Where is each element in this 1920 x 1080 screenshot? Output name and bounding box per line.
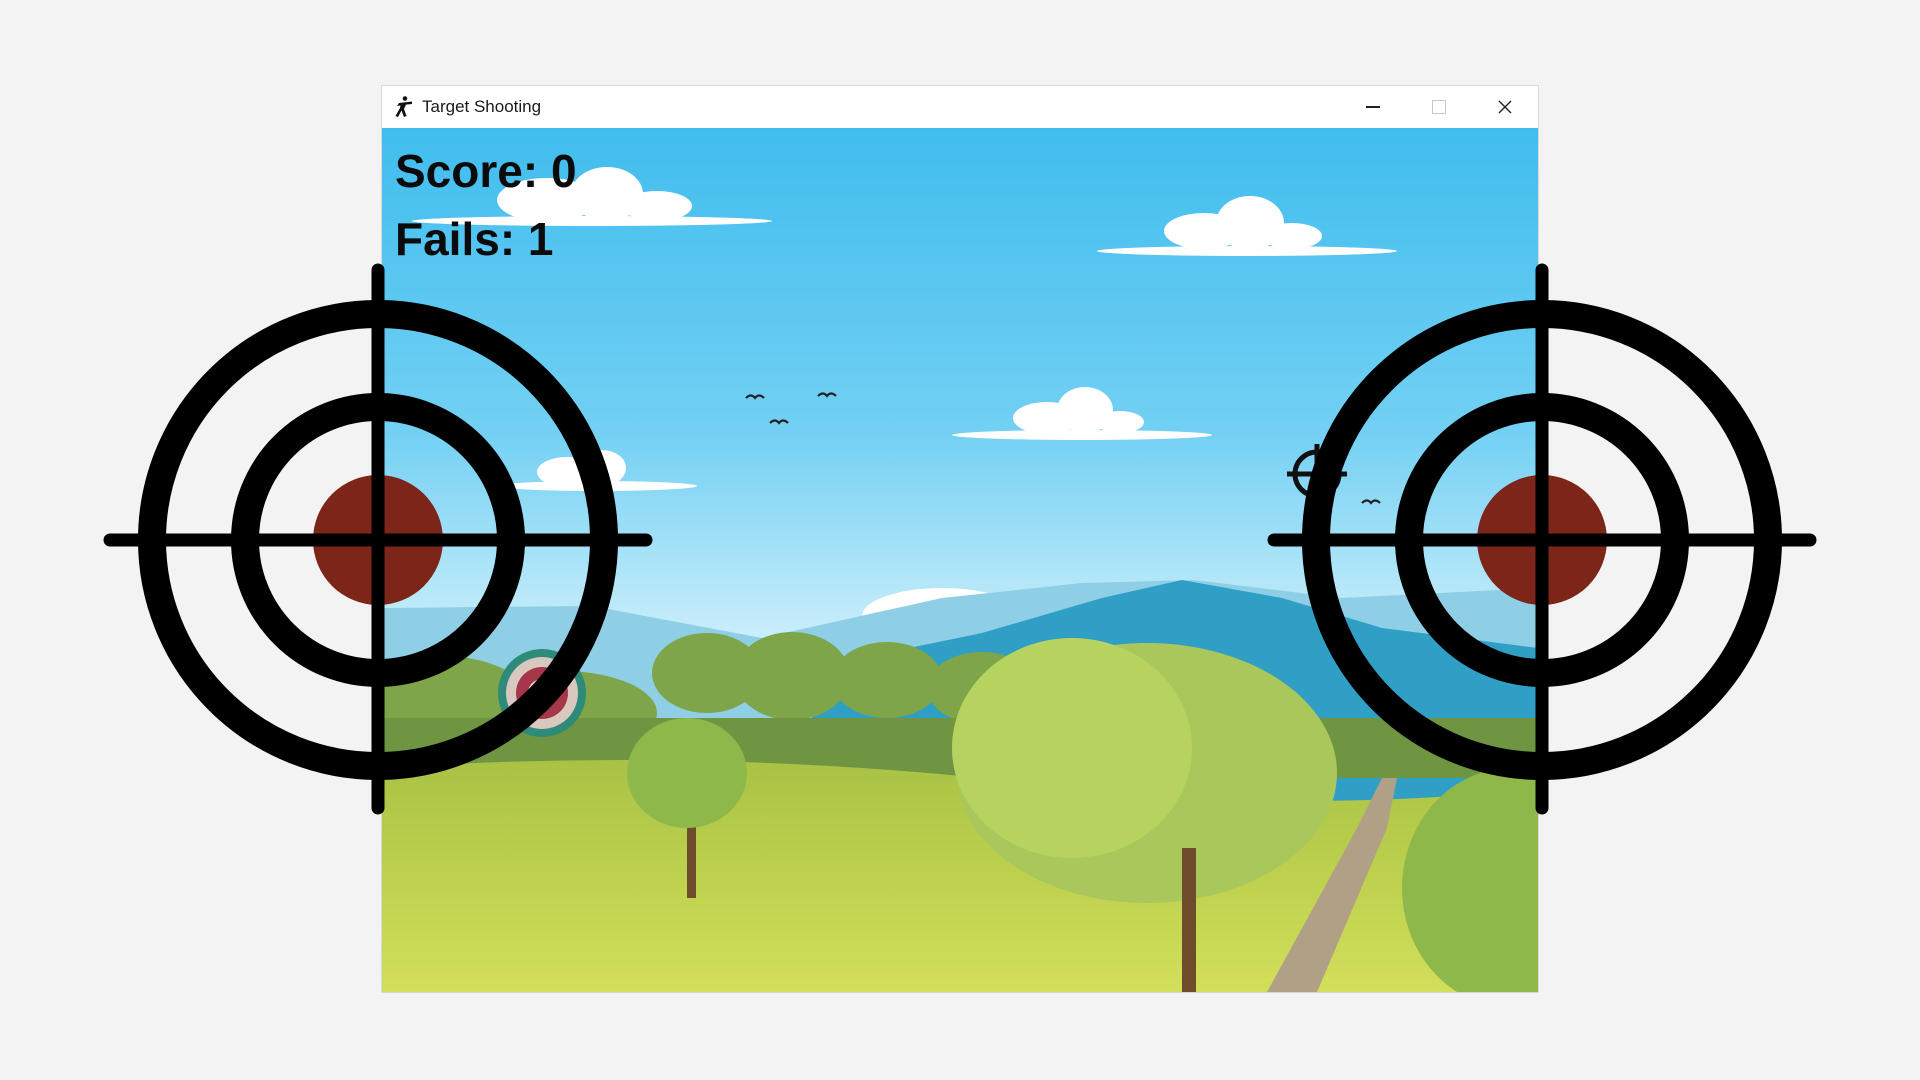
window-title: Target Shooting <box>422 97 542 116</box>
close-button[interactable] <box>1472 86 1538 128</box>
minimize-icon <box>1366 106 1380 108</box>
score-label: Score: 0 <box>395 145 577 197</box>
minimize-button[interactable] <box>1340 86 1406 128</box>
close-icon <box>1498 100 1512 114</box>
crosshair-icon <box>103 263 653 815</box>
maximize-icon <box>1432 100 1446 114</box>
title-bar: Target Shooting <box>382 86 1538 128</box>
crosshair-icon <box>1267 263 1817 815</box>
fails-label: Fails: 1 <box>395 213 554 265</box>
maximize-button[interactable] <box>1406 86 1472 128</box>
shooter-icon <box>395 96 412 117</box>
